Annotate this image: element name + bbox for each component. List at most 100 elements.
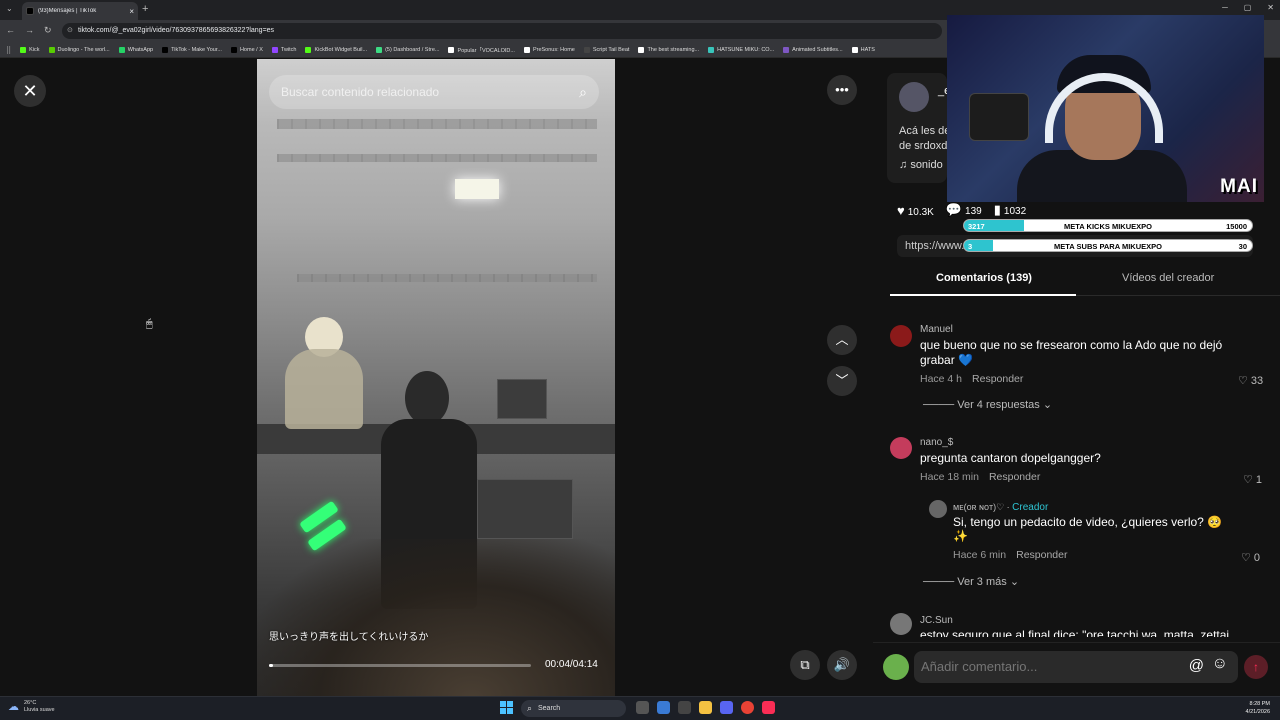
tab-creator-videos[interactable]: Vídeos del creador xyxy=(1122,272,1214,284)
view-replies-label: Ver 4 respuestas xyxy=(957,399,1040,411)
heart-icon: ♥ xyxy=(897,202,905,218)
discord-icon[interactable] xyxy=(720,701,733,714)
weather-desc: Lluvia suave xyxy=(24,707,55,713)
edge-icon[interactable] xyxy=(657,701,670,714)
search-icon[interactable]: ⌕ xyxy=(579,75,587,109)
bookmark-item[interactable]: Home / X xyxy=(230,46,263,53)
reply-username[interactable]: ᴍᴇ(ᴏʀ ɴᴏᴛ)♡ xyxy=(953,502,1004,512)
emoji-icon[interactable]: ☺ xyxy=(1212,655,1228,673)
reply-meta: Hace 6 min Responder xyxy=(953,549,1067,561)
apps-icon[interactable]: ⣿ xyxy=(6,46,11,54)
mention-icon[interactable]: @ xyxy=(1189,657,1204,674)
send-comment-button[interactable]: ↑ xyxy=(1244,655,1268,679)
performer-dj xyxy=(285,349,363,429)
comment-action[interactable]: 💬 139 xyxy=(946,202,982,218)
comment-username[interactable]: JC.Sun xyxy=(920,615,953,626)
comment-username[interactable]: nano_$ xyxy=(920,437,953,448)
comment-like-button[interactable]: ♡ 33 xyxy=(1238,374,1263,387)
comment-text: estoy seguro que al final dice: "ore tac… xyxy=(920,628,1230,637)
bookmark-item[interactable]: (5) Dashboard / Stre... xyxy=(376,46,439,53)
bookmark-favicon-icon xyxy=(118,46,125,53)
browser-tab[interactable]: (93)Mensajes | TikTok × xyxy=(22,2,138,20)
bookmark-label: Duolingo - The worl... xyxy=(57,46,110,53)
action-bar: ♥ 10.3K 💬 139 ▮ 1032 xyxy=(897,202,1026,218)
more-options-button[interactable]: ••• xyxy=(827,75,857,105)
chrome-icon[interactable] xyxy=(741,701,754,714)
minimize-icon[interactable]: ─ xyxy=(1222,3,1228,12)
bookmark-item[interactable]: Kick xyxy=(20,46,40,53)
comment-avatar[interactable] xyxy=(890,437,912,459)
task-view-icon[interactable] xyxy=(636,701,649,714)
reply-username-row: ᴍᴇ(ᴏʀ ɴᴏᴛ)♡ · Creador xyxy=(953,502,1049,513)
comment-like-button[interactable]: ♡ 1 xyxy=(1243,473,1262,486)
app-icon[interactable] xyxy=(678,701,691,714)
author-avatar[interactable] xyxy=(899,82,929,112)
close-tab-icon[interactable]: × xyxy=(129,7,134,16)
related-search-input[interactable]: Buscar contenido relacionado ⌕ xyxy=(269,75,599,109)
url-field[interactable]: tiktok.com/@_eva02girl/video/76309378656… xyxy=(62,23,942,39)
bookmark-item[interactable]: HATSUNE MIKU: CO... xyxy=(708,46,775,53)
chevron-down-icon: ⌄ xyxy=(1009,576,1020,588)
bookmark-item[interactable]: Script Tail Beat xyxy=(583,46,629,53)
bookmark-item[interactable]: Twitch xyxy=(271,46,296,53)
view-more-replies-button[interactable]: ──── Ver 3 más ⌄ xyxy=(923,575,1019,588)
bookmark-item[interactable]: PreSonus: Home xyxy=(523,46,575,53)
back-icon[interactable]: ← xyxy=(6,25,15,36)
bookmark-item[interactable]: TikTok - Make Your... xyxy=(162,46,222,53)
bookmark-favicon-icon xyxy=(230,46,237,53)
bookmark-item[interactable]: HATS xyxy=(851,46,875,53)
mouse-cursor-icon: 🖱 xyxy=(146,318,153,330)
volume-button[interactable]: 🔊 xyxy=(827,650,857,680)
sound-link[interactable]: ♫ sonido xyxy=(899,159,943,171)
next-video-button[interactable]: ﹀ xyxy=(827,366,857,396)
windows-taskbar: ☁ 26°CLluvia suave Search 8:28 PM 4/21/2… xyxy=(0,696,1280,720)
comment-like-count: 33 xyxy=(1250,375,1264,387)
video-progress-fill xyxy=(269,664,274,667)
forward-icon[interactable]: → xyxy=(25,25,34,36)
comment-avatar[interactable] xyxy=(890,325,912,347)
taskbar-apps xyxy=(636,701,775,714)
bookmark-label: HATSUNE MIKU: CO... xyxy=(717,46,775,53)
reply-like-count: 0 xyxy=(1253,552,1261,564)
bookmark-item[interactable]: WhatsApp xyxy=(118,46,153,53)
reply-avatar[interactable] xyxy=(929,500,947,518)
taskbar-search[interactable]: Search xyxy=(521,700,626,717)
video-progress-bar[interactable] xyxy=(269,664,531,667)
reply-button[interactable]: Responder xyxy=(989,471,1040,483)
video-player[interactable]: Buscar contenido relacionado ⌕ 思いっきり声を出し… xyxy=(257,59,615,696)
bookmark-item[interactable]: Animated Subtitles... xyxy=(783,46,843,53)
save-action[interactable]: ▮ 1032 xyxy=(994,202,1026,218)
start-button[interactable] xyxy=(500,701,514,715)
view-replies-button[interactable]: ──── Ver 4 respuestas ⌄ xyxy=(923,398,1052,411)
tab-search-icon[interactable]: ⌄ xyxy=(6,4,13,13)
tab-comments[interactable]: Comentarios (139) xyxy=(936,272,1032,284)
new-tab-icon[interactable]: + xyxy=(142,3,148,15)
bookmark-item[interactable]: Duolingo - The worl... xyxy=(48,46,110,53)
music-app-icon[interactable] xyxy=(762,701,775,714)
active-tab-indicator xyxy=(890,294,1076,296)
stage-truss xyxy=(277,154,597,162)
weather-widget[interactable]: ☁ 26°C Lluvia suave xyxy=(8,700,55,714)
video-subtitle: 思いっきり声を出してくれいけるか xyxy=(269,632,429,643)
reply-button[interactable]: Responder xyxy=(1016,549,1067,561)
bookmark-item[interactable]: The best streaming... xyxy=(638,46,699,53)
file-explorer-icon[interactable] xyxy=(699,701,712,714)
bookmark-item[interactable]: Popular「VOCALOID... xyxy=(448,46,515,54)
bookmark-favicon-icon xyxy=(448,46,455,53)
bookmark-item[interactable]: KickBot Widget Buil... xyxy=(305,46,367,53)
reply-button[interactable]: Responder xyxy=(972,373,1023,385)
system-clock[interactable]: 8:28 PM 4/21/2026 xyxy=(1246,700,1270,716)
pip-button[interactable]: ⧉ xyxy=(790,650,820,680)
reply-like-button[interactable]: ♡ 0 xyxy=(1241,551,1260,564)
like-action[interactable]: ♥ 10.3K xyxy=(897,203,934,218)
clock-time: 8:28 PM xyxy=(1249,701,1270,707)
previous-video-button[interactable]: ︿ xyxy=(827,325,857,355)
close-video-button[interactable]: ✕ xyxy=(14,75,46,107)
maximize-icon[interactable]: ▢ xyxy=(1244,3,1252,12)
reload-icon[interactable]: ↻ xyxy=(44,25,52,36)
video-description: Acá les de de srdoxd xyxy=(899,125,951,152)
comment-username[interactable]: Manuel xyxy=(920,324,953,335)
close-window-icon[interactable]: ✕ xyxy=(1267,3,1274,12)
comment-avatar[interactable] xyxy=(890,613,912,635)
heart-outline-icon: ♡ xyxy=(1238,375,1251,387)
